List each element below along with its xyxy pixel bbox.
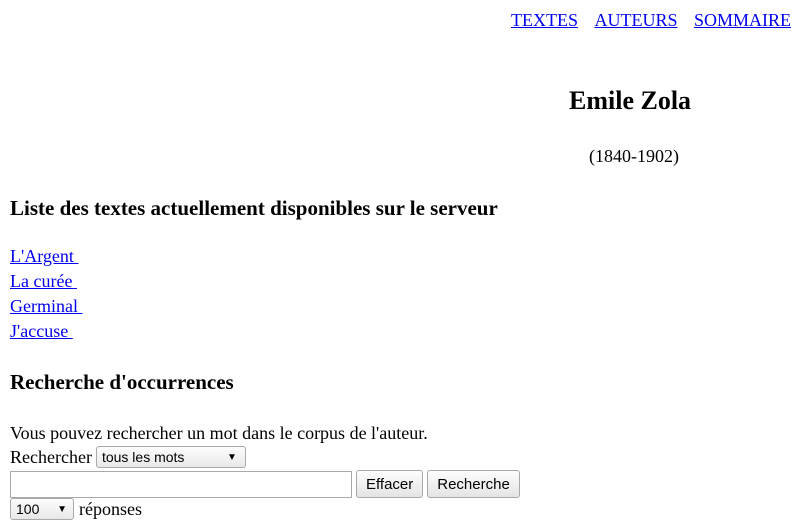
result-count-value: 100 (16, 501, 40, 517)
clear-button[interactable]: Effacer (356, 470, 424, 498)
texts-section-heading: Liste des textes actuellement disponible… (10, 196, 498, 220)
text-link-germinal[interactable]: Germinal (10, 294, 82, 319)
search-mode-row: Rechercher tous les mots ▼ (10, 446, 246, 468)
nav-link-sommaire[interactable]: SOMMAIRE (694, 10, 791, 30)
author-dates: (1840-1902) (589, 146, 679, 166)
search-label: Rechercher (10, 446, 92, 467)
author-name: Emile Zola (569, 86, 692, 115)
search-description: Vous pouvez rechercher un mot dans le co… (10, 423, 428, 443)
search-mode-value: tous les mots (101, 449, 185, 465)
text-link-la-curee[interactable]: La curée (10, 269, 82, 294)
nav-link-textes[interactable]: TEXTES (511, 10, 578, 30)
text-link-jaccuse[interactable]: J'accuse (10, 319, 82, 344)
search-mode-select[interactable]: tous les mots ▼ (95, 446, 246, 468)
result-count-label: réponses (79, 498, 142, 519)
search-input[interactable] (10, 470, 352, 498)
result-count-row: 100 ▼ réponses (10, 498, 142, 520)
search-button[interactable]: Recherche (427, 470, 520, 498)
chevron-down-icon: ▼ (57, 503, 67, 515)
search-section-heading: Recherche d'occurrences (10, 370, 234, 394)
search-query-row: Effacer Recherche (10, 470, 520, 498)
text-list: L'Argent La curée Germinal J'accuse (10, 244, 82, 344)
nav-link-auteurs[interactable]: AUTEURS (594, 10, 677, 30)
chevron-down-icon: ▼ (227, 451, 237, 463)
result-count-select[interactable]: 100 ▼ (10, 498, 74, 520)
top-navigation: TEXTES AUTEURS SOMMAIRE (499, 10, 791, 31)
text-link-argent[interactable]: L'Argent (10, 244, 82, 269)
